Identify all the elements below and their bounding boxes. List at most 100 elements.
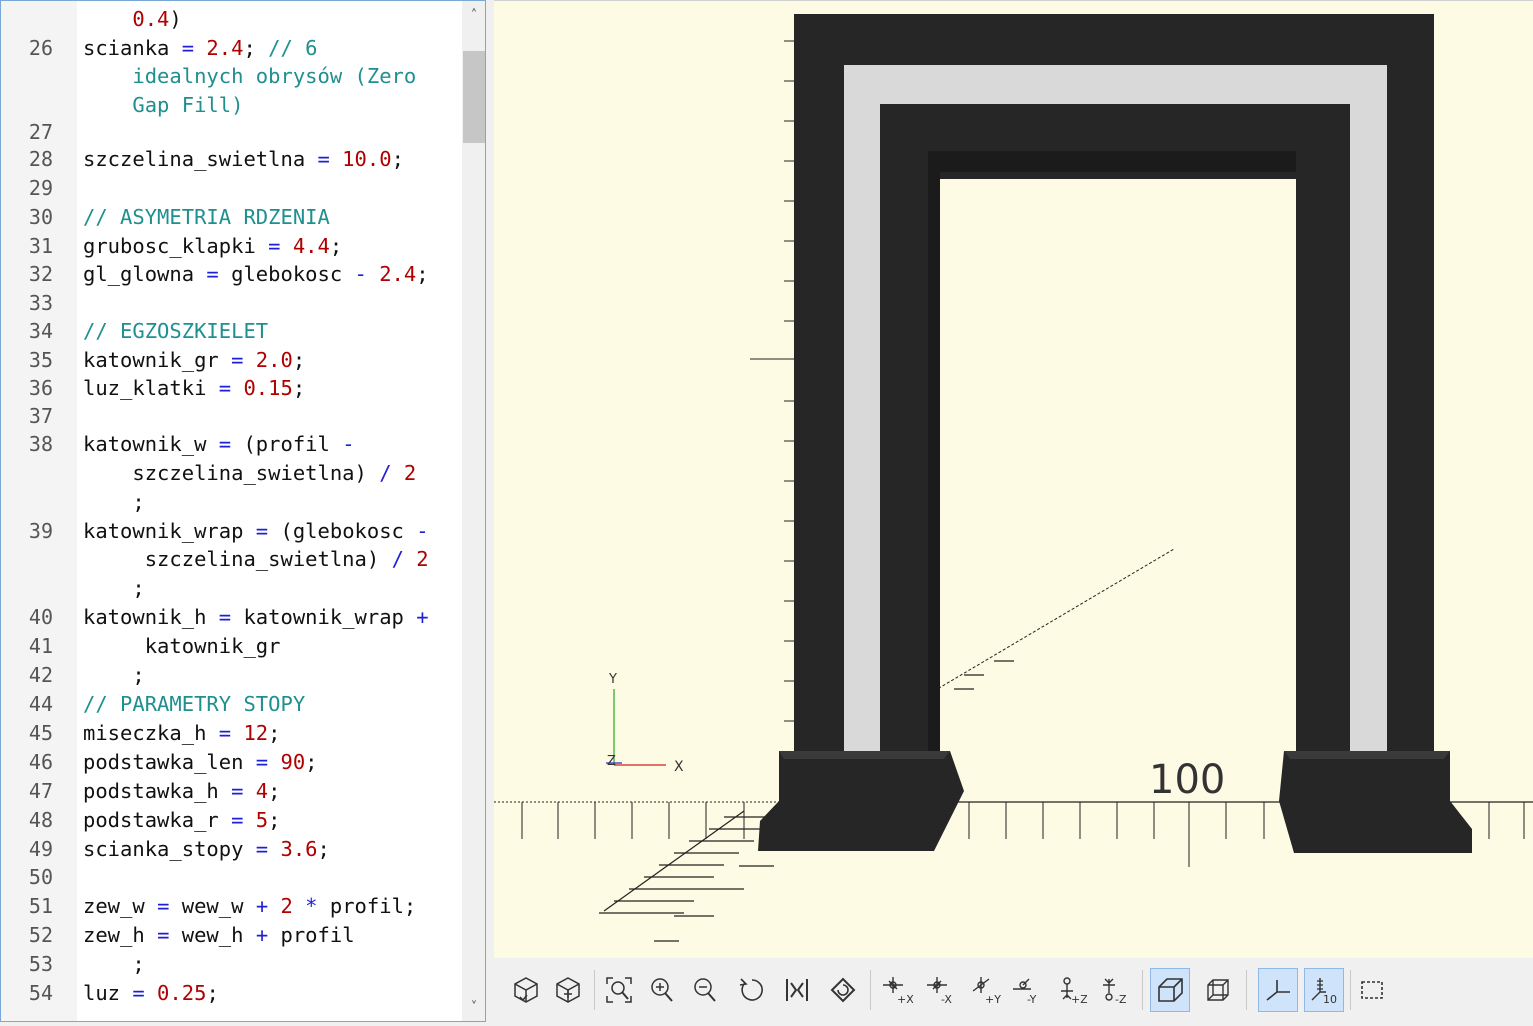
scroll-down-arrow-icon[interactable]: ˅ [462,997,485,1019]
code-line[interactable]: szczelina_swietlna = 10.0; [83,145,404,173]
code-token: szczelina_swietlna [83,147,318,171]
code-token: katownik_w [83,432,219,456]
code-line[interactable]: szczelina_swietlna) / 2 [83,459,416,487]
view-top-z-icon[interactable]: +Z [1050,968,1090,1012]
code-line[interactable]: luz = 0.25; [83,979,219,1007]
code-line[interactable]: podstawka_r = 5; [83,806,280,834]
code-token: grubosc_klapki [83,234,269,258]
code-line[interactable]: podstawka_h = 4; [83,777,280,805]
scroll-up-arrow-icon[interactable]: ˄ [462,5,485,27]
code-line[interactable]: 0.4) [83,5,181,33]
code-token: ; [243,36,256,60]
code-line[interactable]: katownik_h = katownik_wrap + [83,603,429,631]
code-token: luz_klatki [83,376,219,400]
3d-viewport[interactable]: 100 X Y Z [494,0,1533,959]
svg-text:-X: -X [941,993,952,1005]
zoom-out-icon[interactable] [685,968,725,1012]
view-left-icon[interactable]: -X [920,968,960,1012]
view-top-y-icon[interactable]: +Y [964,968,1004,1012]
code-token: + [255,894,269,918]
view-all-fit-icon[interactable] [777,968,817,1012]
code-token: wew_h [169,923,256,947]
code-token: katownik_wrap [231,605,417,629]
line-number: 29 [28,176,53,200]
arch-model [758,14,1472,853]
line-number: 35 [28,348,53,372]
code-line[interactable]: zew_w = wew_w + 2 * profil; [83,892,416,920]
line-number: 51 [28,894,53,918]
rotate-view-icon[interactable] [823,968,863,1012]
code-line[interactable]: gl_glowna = glebokosc - 2.4; [83,260,429,288]
code-line[interactable]: zew_h = wew_h + profil [83,921,355,949]
view-bottom-z-icon[interactable]: -Z [1094,968,1134,1012]
scrollbar-thumb[interactable] [463,51,485,143]
code-line[interactable]: katownik_w = (profil - [83,430,355,458]
code-token: = [181,36,195,60]
code-line[interactable]: szczelina_swietlna) / 2 [83,545,429,573]
code-token: ; [329,234,343,258]
preview-button-icon[interactable] [506,968,546,1012]
show-edges-icon[interactable] [1352,968,1392,1012]
code-token: ; [292,376,306,400]
code-token: podstawka_h [83,779,232,803]
code-token: ; [83,490,145,514]
code-token: = [231,808,244,832]
code-line[interactable]: // ASYMETRIA RDZENIA [83,203,330,231]
code-token: = [206,262,219,286]
code-line[interactable]: miseczka_h = 12; [83,719,280,747]
code-line[interactable]: ; [83,950,144,978]
code-token: ; [83,663,145,687]
code-token: idealnych obrysów (Zero [83,64,417,88]
render-button-icon[interactable] [548,968,588,1012]
code-line[interactable]: luz_klatki = 0.15; [83,374,305,402]
code-editor[interactable]: 26 27 28 29 30 31 32 33 34 35 36 37 38 39 40 41 42 44 45 46… [0,0,486,1022]
code-token: = [132,981,145,1005]
line-number: 39 [28,519,53,543]
code-token: ; [268,721,281,745]
code-line[interactable]: Gap Fill) [83,91,243,119]
code-token: - [416,519,429,543]
code-line[interactable]: ; [83,488,145,516]
show-scale-markers-icon[interactable]: 10 [1304,968,1344,1012]
code-token: + [255,923,269,947]
view-bottom-y-icon[interactable]: -Y [1006,968,1046,1012]
code-token: ; [268,779,281,803]
code-line[interactable]: scianka = 2.4; // 6 [83,34,318,62]
line-number: 52 [28,923,53,947]
code-token: podstawka_len [83,750,256,774]
view-right-icon[interactable]: +X [876,968,916,1012]
code-token: ; [391,147,404,171]
code-token: zew_h [83,923,158,947]
perspective-icon[interactable] [1150,968,1190,1012]
line-number: 37 [28,404,53,428]
editor-scrollbar[interactable]: ˄ ˅ [462,1,485,1021]
zoom-in-icon[interactable] [642,968,682,1012]
code-line[interactable]: idealnych obrysów (Zero [83,62,416,90]
code-token: 90 [268,750,306,774]
code-line[interactable]: katownik_wrap = (glebokosc - [83,517,429,545]
code-token: ; [292,348,306,372]
code-token: - [354,262,367,286]
code-token: 2 [391,461,417,485]
line-number: 49 [28,837,53,861]
code-line[interactable]: scianka_stopy = 3.6; [83,835,330,863]
code-line[interactable]: // EGZOSZKIELET [83,317,268,345]
code-token: 12 [231,721,269,745]
axes-indicator: X Y Z [606,672,684,775]
svg-text:+X: +X [897,993,913,1005]
orthogonal-icon[interactable] [1198,968,1238,1012]
code-token: 2.0 [243,348,293,372]
show-axes-icon[interactable] [1258,968,1298,1012]
code-token: ; [305,750,318,774]
line-number: 26 [28,36,53,60]
code-line[interactable]: podstawka_len = 90; [83,748,318,776]
code-line[interactable]: ; [83,661,145,689]
code-line[interactable]: katownik_gr [83,632,281,660]
code-line[interactable]: // PARAMETRY STOPY [83,690,305,718]
code-token: ; [317,837,330,861]
code-line[interactable]: katownik_gr = 2.0; [83,346,305,374]
code-line[interactable]: ; [83,574,144,602]
code-line[interactable]: grubosc_klapki = 4.4; [83,232,342,260]
reset-view-icon[interactable] [732,968,772,1012]
view-all-icon[interactable] [599,968,639,1012]
